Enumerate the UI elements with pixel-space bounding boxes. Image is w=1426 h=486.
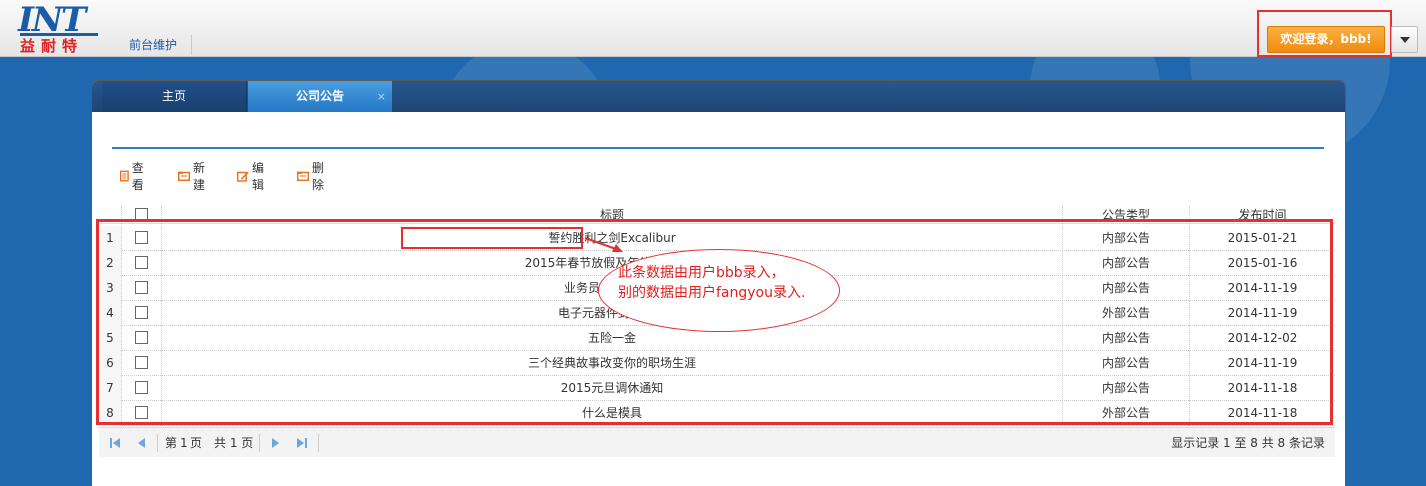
- trash-folder-icon: [297, 171, 310, 181]
- view-label: 查看: [131, 161, 144, 192]
- top-header: INT 益耐特 前台维护: [0, 0, 1426, 57]
- tab-company-notice[interactable]: 公司公告 ×: [248, 81, 392, 112]
- delete-label: 删除: [312, 161, 325, 192]
- previous-page-icon[interactable]: [136, 437, 148, 449]
- delete-button[interactable]: 删除: [297, 161, 329, 192]
- tab-close-icon[interactable]: ×: [377, 81, 386, 112]
- tab-home[interactable]: 主页: [102, 81, 247, 112]
- pager-divider: [318, 434, 319, 452]
- total-pages: 共 1 页: [214, 436, 254, 450]
- annotation-arrow-icon: [584, 237, 623, 252]
- user-menu-dropdown-button[interactable]: [1391, 26, 1418, 53]
- annotation-line-2: 别的数据由用户fangyou录入.: [618, 285, 806, 301]
- pagination-bar: 第 1 页 共 1 页 显示记录 1 至 8 共 8 条记录: [99, 427, 1335, 457]
- welcome-user-button[interactable]: 欢迎登录，bbb!: [1267, 26, 1385, 53]
- tab-label: 主页: [161, 89, 186, 103]
- tab-label: 公司公告: [295, 89, 344, 103]
- first-page-icon[interactable]: [109, 437, 121, 449]
- folder-icon: [178, 171, 191, 181]
- document-icon: [120, 170, 129, 182]
- annotation-note: 此条数据由用户bbb录入， 别的数据由用户fangyou录入.: [618, 263, 848, 303]
- pencil-icon: [237, 171, 249, 182]
- section-divider: [112, 147, 1324, 149]
- create-label: 新建: [193, 161, 206, 192]
- logo-chinese-text: 益耐特: [20, 37, 84, 55]
- pager-divider: [259, 434, 260, 452]
- record-info: 显示记录 1 至 8 共 8 条记录: [1171, 436, 1325, 450]
- edit-label: 编辑: [252, 161, 265, 192]
- title-highlight-box: [401, 227, 583, 249]
- annotation-line-1: 此条数据由用户bbb录入，: [618, 265, 785, 281]
- last-page-icon[interactable]: [296, 437, 308, 449]
- logo-underline: [20, 33, 98, 36]
- pager-divider: [157, 434, 158, 452]
- nav-link-frontend-maintenance[interactable]: 前台维护: [115, 35, 193, 55]
- view-button[interactable]: 查看: [120, 161, 148, 192]
- create-button[interactable]: 新建: [178, 161, 210, 192]
- current-page-input[interactable]: 1: [180, 428, 188, 458]
- next-page-icon[interactable]: [269, 437, 281, 449]
- page-suffix: 页: [190, 436, 203, 450]
- page-prefix: 第: [165, 436, 178, 450]
- company-logo[interactable]: INT 益耐特: [18, 2, 100, 55]
- edit-button[interactable]: 编辑: [237, 161, 269, 192]
- tab-strip: 主页 公司公告 ×: [92, 81, 1345, 112]
